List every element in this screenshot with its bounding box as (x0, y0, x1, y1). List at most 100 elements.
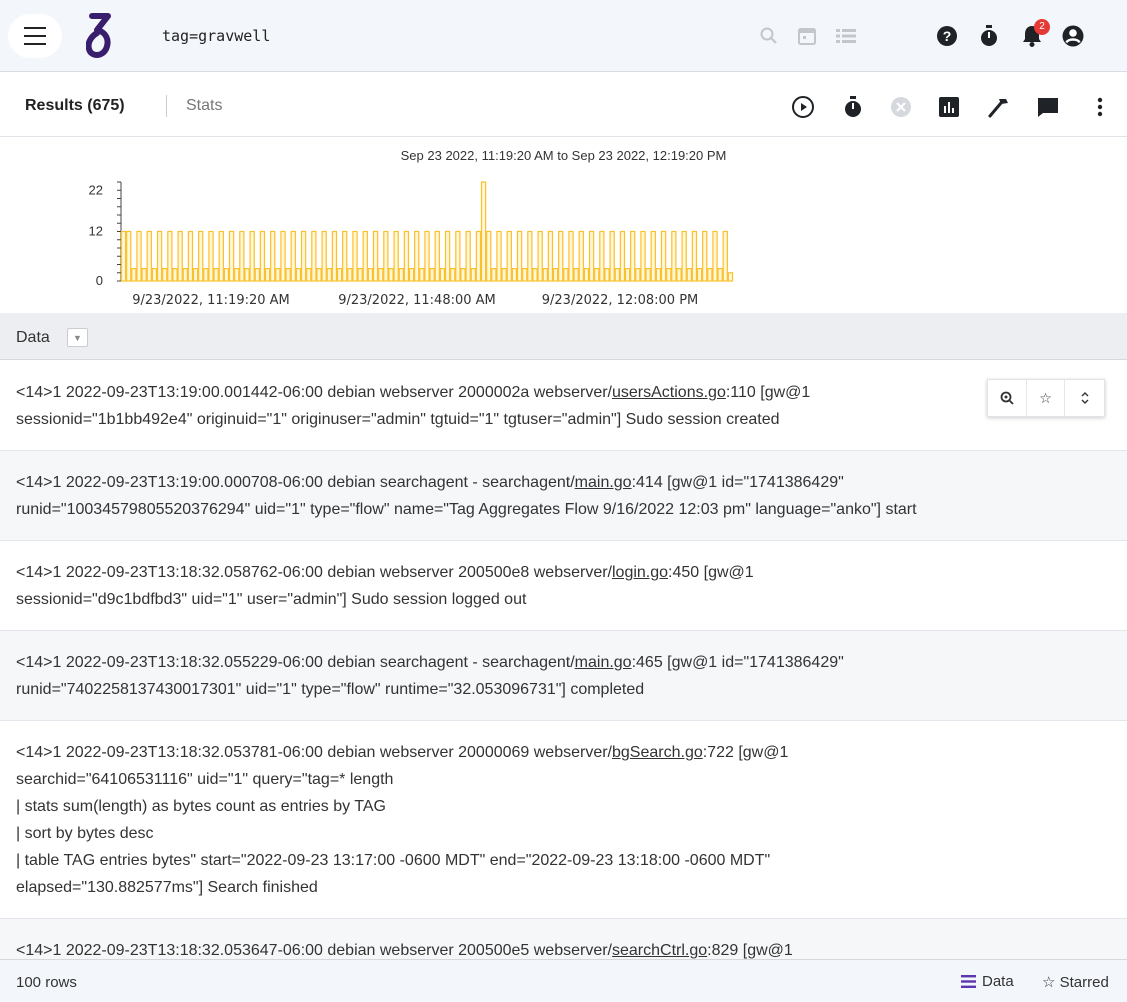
chart-bar[interactable] (486, 230, 492, 282)
chart-bar[interactable] (136, 230, 142, 282)
tab-stats[interactable]: Stats (186, 97, 222, 115)
cancel-icon[interactable] (888, 94, 914, 120)
chart-bar[interactable] (285, 268, 291, 282)
chart-bar[interactable] (182, 268, 188, 282)
chart-bar[interactable] (542, 268, 548, 282)
chart-bar[interactable] (295, 268, 302, 282)
chart-bar[interactable] (491, 268, 497, 282)
chart-bar[interactable] (470, 268, 476, 282)
list-view-icon[interactable] (834, 24, 858, 48)
chart-bar[interactable] (506, 230, 512, 282)
column-dropdown-button[interactable]: ▼ (67, 328, 88, 347)
chart-bar[interactable] (352, 230, 358, 282)
chart-bar[interactable] (187, 230, 194, 282)
chart-bar[interactable] (275, 268, 281, 282)
chart-bar[interactable] (619, 230, 626, 282)
chart-bar[interactable] (342, 230, 348, 282)
chart-bar[interactable] (630, 230, 636, 282)
chart-bar[interactable] (372, 230, 379, 282)
chart-bar[interactable] (660, 230, 667, 282)
chart-bar[interactable] (655, 268, 662, 282)
chart-bar[interactable] (198, 230, 204, 282)
chart-bar[interactable] (290, 230, 296, 282)
search-icon[interactable] (757, 24, 781, 48)
chart-bar[interactable] (511, 268, 518, 282)
chart-bar[interactable] (162, 268, 168, 282)
chart-bar[interactable] (331, 230, 338, 282)
chart-bar[interactable] (727, 272, 734, 282)
chart-bar[interactable] (424, 230, 430, 282)
chart-bar[interactable] (321, 230, 327, 282)
chart-bar[interactable] (460, 268, 466, 282)
source-file-link[interactable]: main.go (575, 654, 632, 671)
inspect-button[interactable] (988, 380, 1027, 416)
source-file-link[interactable]: bgSearch.go (612, 744, 703, 761)
chart-icon[interactable] (936, 94, 962, 120)
chart-bar[interactable] (599, 230, 605, 282)
expand-button[interactable] (1065, 380, 1104, 416)
query-input[interactable]: tag=gravwell (162, 27, 270, 45)
chart-bar[interactable] (496, 230, 502, 282)
chart-bar[interactable] (213, 268, 219, 282)
chart-bar[interactable] (439, 268, 446, 282)
chart-bar[interactable] (172, 268, 178, 282)
chart-bar[interactable] (362, 230, 368, 282)
chart-bar[interactable] (609, 230, 615, 282)
chart-bar[interactable] (300, 230, 307, 282)
play-icon[interactable] (790, 94, 816, 120)
chart-bar[interactable] (177, 230, 183, 282)
more-options-icon[interactable] (1087, 94, 1113, 120)
chart-bar[interactable] (228, 230, 235, 282)
timer-icon[interactable] (977, 24, 1001, 48)
chart-bar[interactable] (578, 230, 584, 282)
chart-bar[interactable] (146, 230, 152, 282)
comment-icon[interactable] (1035, 94, 1061, 120)
chart-bar[interactable] (234, 268, 240, 282)
chart-bar[interactable] (367, 268, 374, 282)
chart-bar[interactable] (429, 268, 435, 282)
chart-bar[interactable] (558, 230, 564, 282)
chart-bar[interactable] (645, 268, 651, 282)
chart-bar[interactable] (583, 268, 590, 282)
chart-bar[interactable] (573, 268, 579, 282)
chart-bar[interactable] (588, 230, 595, 282)
result-row[interactable]: <14>1 2022-09-23T13:18:32.058762-06:00 d… (0, 541, 1127, 631)
chart-bar[interactable] (480, 181, 487, 282)
chart-bar[interactable] (702, 230, 708, 282)
help-icon[interactable]: ? (935, 24, 959, 48)
chart-bar[interactable] (450, 268, 456, 282)
data-view-button[interactable]: Data (961, 973, 1014, 990)
chart-bar[interactable] (419, 268, 425, 282)
chart-bar[interactable] (414, 230, 420, 282)
chart-bar[interactable] (594, 268, 600, 282)
chart-bar[interactable] (120, 230, 127, 282)
chart-bar[interactable] (141, 268, 147, 282)
chart-bar[interactable] (434, 230, 440, 282)
calendar-icon[interactable] (795, 24, 819, 48)
gravwell-logo[interactable] (86, 12, 114, 60)
chart-bar[interactable] (383, 230, 389, 282)
bar-chart[interactable]: 22 12 0 9/23/2022, 11:19:20 AM 9/23/2022, 11… (0, 138, 1127, 313)
chart-bar[interactable] (156, 230, 163, 282)
chart-bar[interactable] (336, 268, 343, 282)
source-file-link[interactable]: searchCtrl.go (612, 942, 707, 959)
chart-bar[interactable] (270, 230, 276, 282)
star-button[interactable]: ☆ (1027, 380, 1066, 416)
chart-bar[interactable] (357, 268, 363, 282)
source-file-link[interactable]: main.go (575, 474, 632, 491)
chart-bar[interactable] (223, 268, 230, 282)
stopwatch-icon[interactable] (840, 94, 866, 120)
chart-bar[interactable] (640, 230, 646, 282)
chart-bar[interactable] (604, 268, 610, 282)
chart-bar[interactable] (131, 268, 137, 282)
chart-bar[interactable] (192, 268, 199, 282)
chart-bar[interactable] (532, 268, 538, 282)
chart-bar[interactable] (527, 230, 533, 282)
chart-bar[interactable] (398, 268, 404, 282)
chart-bar[interactable] (208, 230, 214, 282)
result-row[interactable]: <14>1 2022-09-23T13:18:32.055229-06:00 d… (0, 631, 1127, 721)
chart-bar[interactable] (347, 268, 353, 282)
chart-bar[interactable] (722, 230, 728, 282)
chart-bar[interactable] (393, 230, 399, 282)
result-row[interactable]: <14>1 2022-09-23T13:19:00.000708-06:00 d… (0, 451, 1127, 541)
